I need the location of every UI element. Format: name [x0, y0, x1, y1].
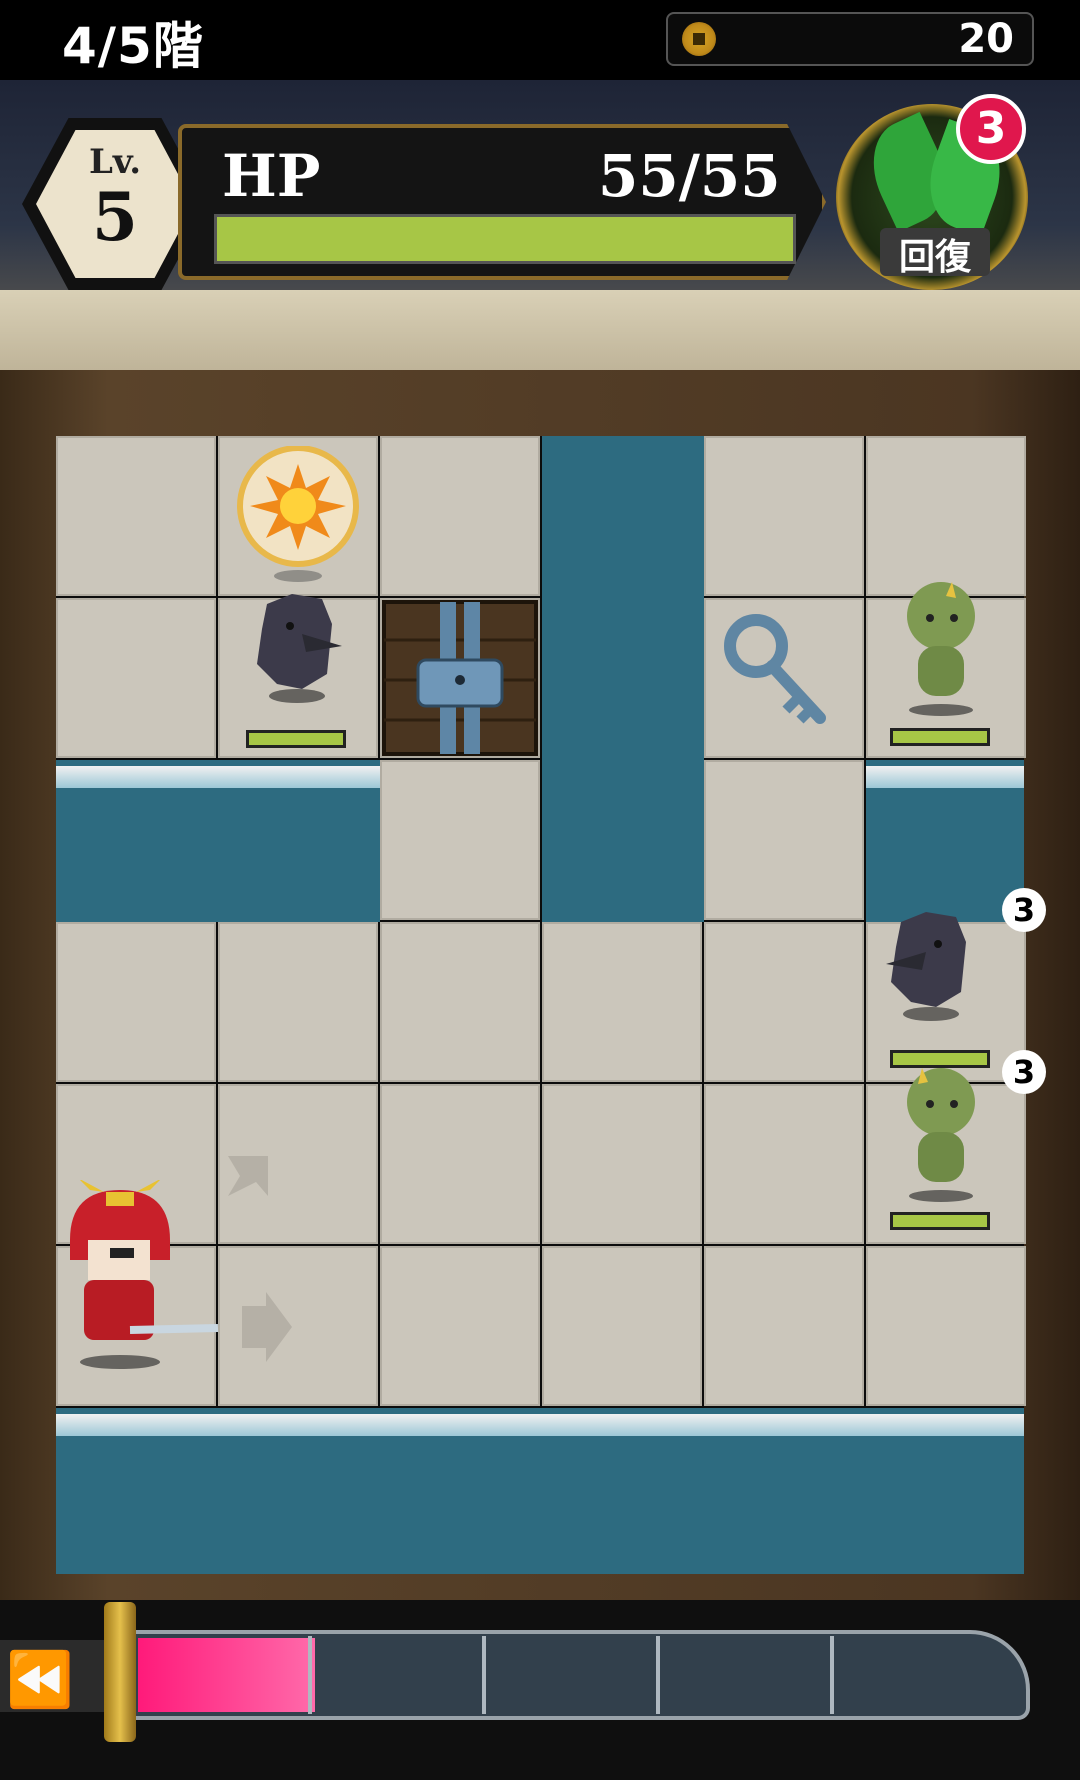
tile[interactable]	[542, 922, 702, 1082]
level-value: 5	[92, 178, 138, 256]
gauge-segment-divider	[482, 1636, 486, 1714]
coin-count: 20	[958, 16, 1014, 62]
move-arrow-icon[interactable]	[236, 1292, 296, 1362]
tile[interactable]	[380, 922, 540, 1082]
tile[interactable]	[542, 1084, 702, 1244]
header-scroll-decoration	[0, 290, 1080, 370]
key-icon[interactable]	[720, 610, 840, 740]
attack-countdown: 3	[1002, 1050, 1046, 1094]
water-foam	[56, 1414, 1024, 1436]
heal-label[interactable]: 回復	[880, 228, 990, 278]
samurai-player[interactable]	[50, 1180, 220, 1370]
coin-icon	[682, 22, 716, 56]
tile[interactable]	[866, 1246, 1026, 1406]
tile[interactable]	[704, 1246, 864, 1406]
tile[interactable]	[56, 922, 216, 1082]
water-channel	[542, 436, 704, 922]
tile[interactable]	[704, 1084, 864, 1244]
enemy-hp-bar	[246, 730, 346, 748]
rewind-icon: ⏪	[6, 1648, 74, 1711]
locked-gate[interactable]	[382, 600, 538, 756]
goblin-enemy[interactable]	[886, 1062, 996, 1202]
tile[interactable]	[542, 1246, 702, 1406]
crow-enemy[interactable]	[242, 584, 352, 704]
tile[interactable]	[56, 436, 216, 596]
level-label: Lv.	[88, 142, 142, 182]
goblin-enemy[interactable]	[886, 576, 996, 716]
floor-indicator: 4/5階	[62, 17, 204, 75]
tile[interactable]	[704, 922, 864, 1082]
tile[interactable]	[56, 598, 216, 758]
enemy-hp-bar	[890, 728, 990, 746]
gauge-segment-divider	[656, 1636, 660, 1714]
hp-bar-fill	[217, 217, 793, 261]
tile[interactable]	[380, 1246, 540, 1406]
heal-count-badge: 3	[956, 94, 1026, 164]
water-foam	[866, 766, 1024, 788]
hp-value: 55/55	[598, 142, 781, 210]
tile[interactable]	[704, 760, 864, 920]
water-foam	[56, 766, 380, 788]
sword-gauge-fill	[138, 1638, 315, 1712]
tile[interactable]	[380, 436, 540, 596]
enemy-hp-bar	[890, 1212, 990, 1230]
tile[interactable]	[218, 922, 378, 1082]
hp-label: HP	[222, 142, 321, 210]
tile[interactable]	[380, 1084, 540, 1244]
sword-hilt	[104, 1602, 136, 1742]
coin-counter: 20	[666, 12, 1034, 66]
tile[interactable]	[704, 436, 864, 596]
move-arrow-icon[interactable]	[218, 1146, 278, 1206]
bomb-orb[interactable]	[228, 446, 368, 586]
crow-enemy[interactable]	[876, 902, 986, 1022]
attack-countdown: 3	[1002, 888, 1046, 932]
hp-bar	[214, 214, 796, 264]
gauge-segment-divider	[308, 1636, 312, 1714]
tile[interactable]	[866, 436, 1026, 596]
gauge-segment-divider	[830, 1636, 834, 1714]
tile[interactable]	[380, 760, 540, 920]
game-board[interactable]: 3 3	[56, 436, 1046, 1574]
